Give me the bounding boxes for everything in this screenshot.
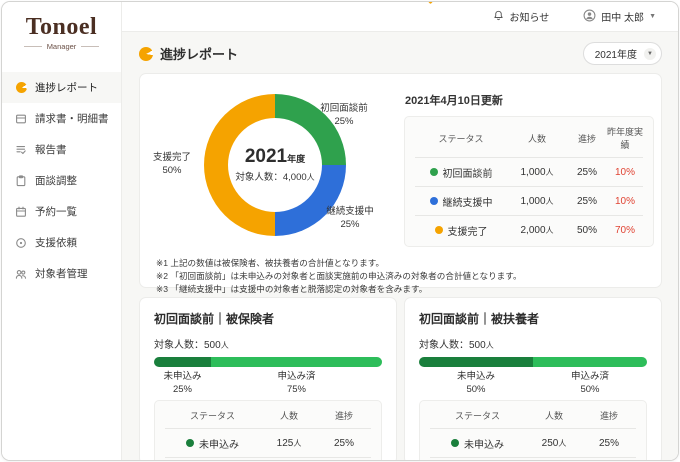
sidebar-item-invoices[interactable]: 請求書・明細書 [2,103,121,134]
progress-bar [154,357,382,367]
target-icon [15,237,27,249]
avatar-icon [583,9,596,25]
progress-bar [419,357,647,367]
card-insured: 初回面談前｜被保険者 対象人数：500人 未申込み 25% 申込み済 75% ステー… [139,297,397,460]
donut-center: 2021年度 対象人数：4,000人 [228,118,322,212]
table-header: ステータス 人数 進捗 [454,411,618,421]
footnotes: ※1 上記の数値は被保険者、被扶養者の合計値となります。 ※2 「初回面談前」は… [156,257,645,296]
bar-label-not-applied: 未申込み 25% [163,371,202,395]
sidebar-item-reports[interactable]: 報告書 [2,134,121,165]
logo-wordmark: Tonoel [25,14,98,40]
donut-label-ongoing-support: 継続支援中 25% [326,206,374,231]
sidebar-menu: 進捗レポート 請求書・明細書 報告書 面談調整 予約一覧 支援依頼 対象者管理 [2,72,121,289]
donut-subtext: 対象人数：4,000 [235,172,307,183]
chevron-down-icon: ▼ [644,47,656,60]
fiscal-year-select[interactable]: 2021年度 ▼ [582,42,662,65]
sidebar-item-label: 報告書 [35,144,67,156]
bar-segment-not-applied [419,357,533,367]
status-summary: 2021年4月10日更新 ステータス 人数 進捗 昨年度実績 初回面談前 1,000人… [404,87,654,247]
table-header: ステータス 人数 進捗 [189,411,353,421]
logo: Tonoel Manager [2,2,434,60]
footnote: ※1 上記の数値は被保険者、被扶養者の合計値となります。 [156,258,385,268]
sidebar: Tonoel Manager 進捗レポート 請求書・明細書 報告書 面談調整 予… [2,2,434,460]
chevron-down-icon: ▼ [649,13,656,20]
donut-label-support-complete: 支援完了 50% [152,152,191,177]
notifications-button[interactable]: お知らせ [493,9,549,24]
status-dot [186,439,194,447]
fiscal-year-value: 2021年度 [594,50,637,61]
page-title: 進捗レポート [160,47,239,62]
status-table: ステータス人数進捗 未申込み 125人 25% 申込み済 375人 75% [154,400,382,460]
bell-icon [493,10,504,24]
status-dot [429,168,438,176]
sidebar-item-interview[interactable]: 面談調整 [2,165,121,196]
bar-label-applied: 申込み済 75% [277,371,316,395]
invoice-icon [15,113,27,125]
status-table: ステータス 人数 進捗 昨年度実績 初回面談前 1,000人 25% 10% 継続支援… [404,116,654,247]
donut-chart: 2021年度 対象人数：4,000人 初回面談前 25% 継続支援中 25% 支援完… [153,87,404,239]
table-header: ステータス 人数 進捗 昨年度実績 [438,127,644,150]
sidebar-item-support-request[interactable]: 支援依頼 [2,227,121,258]
target-count: 対象人数：500人 [154,340,229,351]
clipboard-icon [15,174,27,187]
table-row: 支援完了 2,000人 50% 70% [415,215,643,244]
sidebar-item-label: 予約一覧 [35,206,77,218]
sidebar-item-progress-report[interactable]: 進捗レポート [2,72,121,103]
detail-cards: 初回面談前｜被保険者 対象人数：500人 未申込み 25% 申込み済 75% ステー… [139,297,662,460]
sidebar-item-label: 面談調整 [35,175,77,187]
footnote: ※3 「継続支援中」は支援中の対象者と脱落認定の対象者を含みます。 [156,284,428,295]
status-dot [429,197,438,205]
table-row: 申込み済 375人 75% [165,457,371,460]
footnote: ※2 「初回面談前」は未申込みの対象者と面談実施前の申込済みの対象者の合計値とな… [156,271,522,282]
card-title: 初回面談前｜被扶養者 [419,312,540,326]
table-row: 申込み済 250人 75% [430,457,636,460]
sidebar-item-reservations[interactable]: 予約一覧 [2,196,121,227]
table-row: 初回面談前 1,000人 25% 10% [415,157,643,186]
user-name: 田中 太郎 [601,13,645,24]
bar-labels: 未申込み 25% 申込み済 75% [154,371,382,398]
table-row: 未申込み 250人 25% [430,428,636,457]
page-head: 進捗レポート 2021年度 ▼ [139,42,662,65]
status-table: ステータス人数進捗 未申込み 250人 25% 申込み済 250人 75% [419,400,647,460]
report-check-icon [15,144,27,156]
user-menu[interactable]: 田中 太郎 ▼ [583,9,656,25]
status-dot [451,439,459,447]
pie-chart-icon [139,46,153,61]
target-count: 対象人数：500人 [419,340,494,351]
bar-segment-applied [533,357,647,367]
table-row: 未申込み 125人 25% [165,428,371,457]
card-dependents: 初回面談前｜被扶養者 対象人数：500人 未申込み 50% 申込み済 50% ステー… [404,297,662,460]
donut-year: 2021 [244,146,288,167]
bar-label-applied: 申込み済 50% [570,371,610,395]
topbar: お知らせ 田中 太郎 ▼ [122,2,678,32]
users-icon [15,268,27,280]
donut-label-before-interview: 初回面談前 25% [320,103,368,128]
sidebar-item-label: 進捗レポート [35,82,98,94]
updated-date: 2021年4月10日更新 [405,95,503,107]
table-row: 継続支援中 1,000人 25% 10% [415,186,643,215]
content: 進捗レポート 2021年度 ▼ 2021年度 対象人数：4,000人 初回面談前… [122,32,678,460]
status-dot [434,226,443,234]
bar-segment-applied [211,357,382,367]
bar-segment-not-applied [154,357,211,367]
card-title: 初回面談前｜被保険者 [154,312,275,326]
app-window: Tonoel Manager 進捗レポート 請求書・明細書 報告書 面談調整 予… [1,1,679,461]
sidebar-item-label: 対象者管理 [35,268,88,280]
sidebar-item-label: 支援依頼 [35,237,77,249]
logo-subtitle: Manager [10,42,113,51]
pie-chart-icon [15,82,27,94]
bar-label-not-applied: 未申込み 50% [456,371,496,395]
sidebar-item-target-management[interactable]: 対象者管理 [2,258,121,289]
sidebar-item-label: 請求書・明細書 [35,113,109,125]
bar-labels: 未申込み 50% 申込み済 50% [419,371,647,398]
calendar-icon [15,206,27,218]
report-card: 2021年度 対象人数：4,000人 初回面談前 25% 継続支援中 25% 支援完… [139,73,662,294]
notifications-label: お知らせ [509,13,550,24]
main-area: お知らせ 田中 太郎 ▼ 進捗レポート 2021年度 ▼ 2021年度 対象人数… [122,2,678,460]
